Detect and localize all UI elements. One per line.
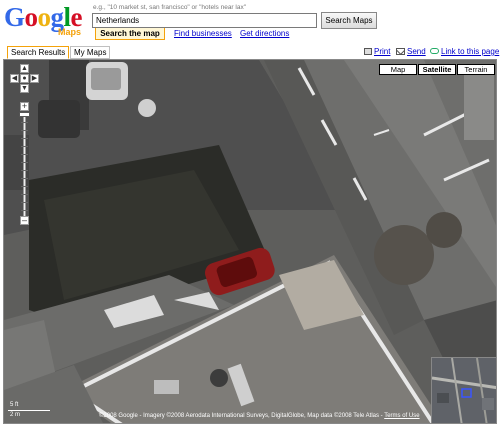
logo-letter: G [4, 2, 25, 32]
search-maps-button[interactable]: Search Maps [321, 12, 377, 29]
zoom-tick [21, 122, 28, 123]
tab-search-the-map[interactable]: Search the map [95, 28, 165, 40]
scale-meters-label: 2 m [10, 412, 21, 418]
map-canvas[interactable]: Map Satellite Terrain ▲ ◀ ● ▶ ▼ + – 5 ft… [3, 59, 497, 424]
terms-of-use-link[interactable]: Terms of Use [384, 413, 419, 419]
search-hint: e.g., "10 market st, san francisco" or "… [93, 4, 247, 11]
zoom-tick [21, 202, 28, 203]
link-to-page-text[interactable]: Link to this page [441, 47, 499, 56]
pan-up-icon[interactable]: ▲ [20, 64, 29, 73]
zoom-slider-thumb[interactable] [19, 112, 30, 117]
tab-search-results[interactable]: Search Results [7, 46, 70, 59]
pan-down-icon[interactable]: ▼ [20, 84, 29, 93]
tab-get-directions[interactable]: Get directions [240, 28, 289, 40]
link-to-page[interactable]: Link to this page [430, 47, 499, 57]
zoom-tick [21, 210, 28, 211]
pan-right-icon[interactable]: ▶ [30, 74, 39, 83]
zoom-tick [21, 146, 28, 147]
tab-find-businesses[interactable]: Find businesses [174, 28, 232, 40]
mail-icon [396, 48, 405, 55]
tab-my-maps[interactable]: My Maps [70, 46, 111, 59]
copyright-notice: ©2008 Google - Imagery ©2008 Aerodata In… [99, 413, 420, 419]
map-type-satellite-button[interactable]: Satellite [418, 64, 456, 75]
pan-center-icon[interactable]: ● [20, 74, 29, 83]
satellite-imagery [4, 60, 496, 423]
map-type-terrain-button[interactable]: Terrain [457, 64, 495, 75]
zoom-tick [21, 170, 28, 171]
scale-line [8, 410, 50, 411]
zoom-tick [21, 186, 28, 187]
print-icon [364, 48, 372, 55]
print-link[interactable]: Print [364, 47, 390, 57]
scale-feet-label: 5 ft [10, 402, 19, 408]
search-input[interactable] [92, 13, 317, 28]
copyright-text: ©2008 Google - Imagery ©2008 Aerodata In… [99, 413, 385, 419]
google-maps-logo[interactable]: Google Maps [4, 2, 88, 42]
pan-left-icon[interactable]: ◀ [10, 74, 19, 83]
zoom-tick [21, 162, 28, 163]
zoom-tick [21, 138, 28, 139]
zoom-in-icon[interactable]: + [20, 102, 29, 111]
link-icon [430, 48, 439, 54]
send-link[interactable]: Send [396, 47, 426, 57]
zoom-tick [21, 194, 28, 195]
logo-letter: o [37, 2, 52, 32]
send-link-text[interactable]: Send [407, 47, 426, 56]
overview-map-imagery [432, 358, 496, 423]
logo-letter: o [24, 2, 39, 32]
overview-map[interactable] [431, 357, 496, 423]
scale-bar: 5 ft 2 m [8, 402, 52, 420]
map-type-map-button[interactable]: Map [379, 64, 417, 75]
zoom-tick [21, 130, 28, 131]
zoom-tick [21, 178, 28, 179]
zoom-tick [21, 154, 28, 155]
print-link-text[interactable]: Print [374, 47, 390, 56]
maps-label: Maps [58, 27, 82, 37]
zoom-out-icon[interactable]: – [20, 216, 29, 225]
